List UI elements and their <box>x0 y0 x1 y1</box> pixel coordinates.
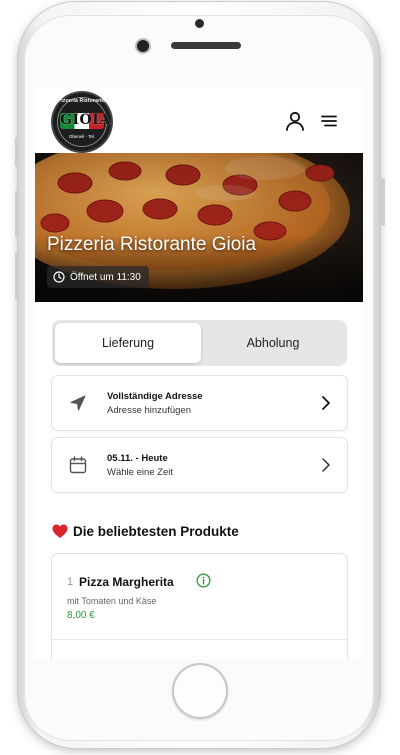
info-icon[interactable] <box>196 573 211 588</box>
phone-volume-down-button <box>15 252 19 300</box>
logo-bottom-text: Oberwil · Tel. <box>68 134 96 139</box>
restaurant-title: Pizzeria Ristorante Gioia <box>47 234 257 255</box>
hamburger-menu-icon[interactable] <box>317 109 341 133</box>
chevron-right-icon <box>322 458 330 472</box>
product-divider <box>52 639 347 640</box>
popular-products-heading: Die beliebtesten Produkte <box>52 524 239 539</box>
navigation-arrow-icon <box>70 395 86 411</box>
pickup-option[interactable]: Abholung <box>202 323 344 363</box>
hero-banner: Pizzeria Ristorante Gioia Öffnet um 11:3… <box>35 153 363 302</box>
address-card-title: Vollständige Adresse <box>107 391 203 402</box>
time-card-title: 05.11. - Heute <box>107 453 168 464</box>
logo-name: GIOIA <box>60 112 111 128</box>
product-description: mit Tomaten und Käse <box>67 596 157 606</box>
phone-side-button <box>15 137 19 167</box>
app-screen: Pizzeria Ristorante GIOIA Oberwil · Tel. <box>35 87 363 659</box>
product-name: Pizza Margherita <box>79 575 174 589</box>
opening-hours-chip: Öffnet um 11:30 <box>47 266 149 288</box>
delivery-option[interactable]: Lieferung <box>55 323 201 363</box>
front-camera <box>137 40 149 52</box>
product-number: 1 <box>67 576 74 588</box>
address-card[interactable]: Vollständige Adresse Adresse hinzufügen <box>52 376 347 430</box>
calendar-icon <box>69 456 87 474</box>
phone-power-button <box>381 178 385 226</box>
app-header: Pizzeria Ristorante GIOIA Oberwil · Tel. <box>35 87 363 153</box>
chevron-right-icon <box>322 396 330 410</box>
clock-icon <box>53 271 65 283</box>
address-card-subtitle: Adresse hinzufügen <box>107 405 191 416</box>
product-price: 8,00 € <box>67 610 95 621</box>
user-icon[interactable] <box>283 109 307 133</box>
time-card-subtitle: Wähle eine Zeit <box>107 467 174 478</box>
phone-volume-up-button <box>15 190 19 238</box>
restaurant-logo[interactable]: Pizzeria Ristorante GIOIA Oberwil · Tel. <box>53 93 111 151</box>
logo-top-text: Pizzeria Ristorante <box>57 98 107 104</box>
earpiece-speaker <box>171 42 241 49</box>
popular-products-title: Die beliebtesten Produkte <box>73 524 239 539</box>
heart-icon <box>52 524 68 538</box>
home-button[interactable] <box>172 663 228 719</box>
opening-hours-label: Öffnet um 11:30 <box>70 271 141 283</box>
order-mode-toggle: Lieferung Abholung <box>52 320 347 366</box>
time-card[interactable]: 05.11. - Heute Wähle eine Zeit <box>52 438 347 492</box>
product-card[interactable]: 1 Pizza Margherita mit Tomaten und Käse … <box>52 554 347 659</box>
proximity-sensor <box>195 19 204 28</box>
